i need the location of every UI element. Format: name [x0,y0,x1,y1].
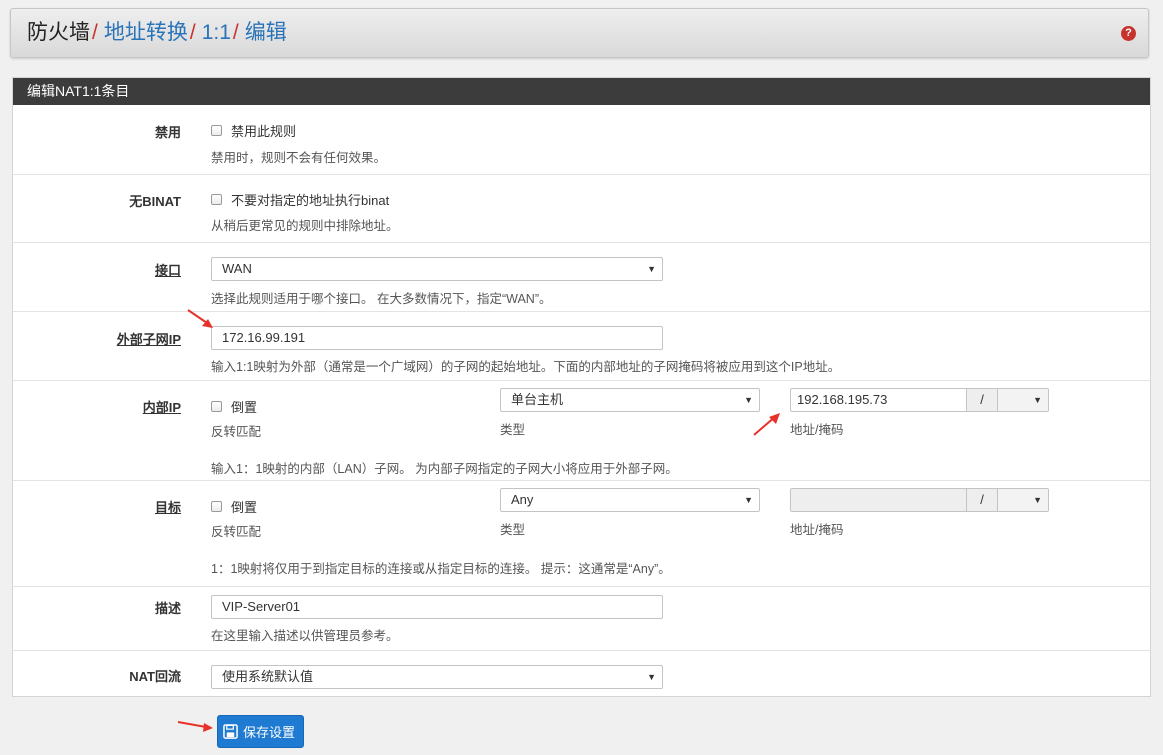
breadcrumb-separator: / [92,21,98,44]
row-external: 外部子网IP 172.16.99.191 输入1:1映射为外部（通常是一个广域网… [13,311,1150,380]
chevron-down-icon: ▼ [1033,495,1042,505]
internal-help: 输入1：1映射的内部（LAN）子网。 为内部子网指定的子网大小将应用于外部子网。 [211,462,678,476]
disable-checkbox-wrap[interactable]: 禁用此规则 [211,121,296,140]
destination-type-value: Any [511,492,534,507]
description-label: 描述 [154,601,181,616]
internal-mask-select[interactable]: ▼ [998,389,1048,411]
nobinat-checkbox-label: 不要对指定的地址执行binat [231,193,390,208]
panel-title: 编辑NAT1:1条目 [13,78,1150,105]
description-value: VIP-Server01 [222,599,301,614]
internal-invert-label: 倒置 [231,400,258,415]
chevron-down-icon: ▼ [647,672,656,682]
row-internal: 内部IP 倒置 反转匹配 单台主机 ▼ 类型 192.168.195.73 / … [13,380,1150,480]
nobinat-checkbox[interactable] [211,194,222,205]
chevron-down-icon: ▼ [647,264,656,274]
chevron-down-icon: ▼ [744,395,753,405]
breadcrumb-edit[interactable]: 编辑 [245,21,287,44]
breadcrumb-one-to-one[interactable]: 1:1 [202,21,231,44]
disable-help: 禁用时，规则不会有任何效果。 [211,151,387,165]
internal-address-input[interactable]: 192.168.195.73 [791,389,966,411]
question-circle-icon[interactable]: ? [1121,26,1136,41]
row-interface: 接口 WAN ▼ 选择此规则适用于哪个接口。 在大多数情况下，指定“WAN”。 [13,242,1150,311]
destination-mask-select: ▼ [998,489,1048,511]
destination-invert-help: 反转匹配 [211,525,262,539]
destination-type-label: 类型 [500,523,526,537]
internal-address-label: 地址/掩码 [790,423,844,437]
disable-label: 禁用 [154,125,181,140]
internal-invert-help: 反转匹配 [211,425,262,439]
destination-invert-wrap[interactable]: 倒置 [211,497,257,516]
destination-help: 1：1映射将仅用于到指定目标的连接或从指定目标的连接。 提示：这通常是“Any”… [211,562,671,576]
interface-select-value: WAN [222,261,252,276]
interface-help: 选择此规则适用于哪个接口。 在大多数情况下，指定“WAN”。 [211,292,552,306]
destination-label[interactable]: 目标 [155,497,181,516]
natreflection-select[interactable]: 使用系统默认值 ▼ [211,665,663,689]
internal-type-label: 类型 [500,423,526,437]
internal-address-group: 192.168.195.73 / ▼ [790,388,1049,412]
row-destination: 目标 倒置 反转匹配 Any ▼ 类型 / ▼ 地址/掩码 1：1映射将仅用于到… [13,480,1150,586]
breadcrumb-firewall: 防火墙 [27,21,90,44]
external-ip-input[interactable]: 172.16.99.191 [211,326,663,350]
interface-label[interactable]: 接口 [155,260,181,279]
row-disable: 禁用 禁用此规则 禁用时，规则不会有任何效果。 [13,105,1150,174]
breadcrumb-nat[interactable]: 地址转换 [104,21,188,44]
edit-panel: 编辑NAT1:1条目 禁用 禁用此规则 禁用时，规则不会有任何效果。 无BINA… [12,77,1151,697]
external-ip-value: 172.16.99.191 [222,330,306,345]
internal-type-select[interactable]: 单台主机 ▼ [500,388,760,412]
mask-separator: / [966,389,998,411]
row-nobinat: 无BINAT 不要对指定的地址执行binat 从稍后更常见的规则中排除地址。 [13,174,1150,242]
save-button-label: 保存设置 [243,725,296,740]
external-help: 输入1:1映射为外部（通常是一个广域网）的子网的起始地址。下面的内部地址的子网掩… [211,360,841,374]
chevron-down-icon: ▼ [744,495,753,505]
row-natreflection: NAT回流 使用系统默认值 ▼ [13,650,1150,696]
chevron-down-icon: ▼ [1033,395,1042,405]
annotation-arrow-icon [753,413,780,436]
internal-type-value: 单台主机 [511,392,564,407]
save-button[interactable]: 保存设置 [217,715,304,748]
nobinat-checkbox-wrap[interactable]: 不要对指定的地址执行binat [211,190,389,209]
internal-invert-wrap[interactable]: 倒置 [211,397,257,416]
mask-separator: / [966,489,998,511]
destination-address-input [791,489,966,511]
destination-invert-checkbox[interactable] [211,501,222,512]
breadcrumb: 防火墙/地址转换/1:1/编辑 [27,20,287,46]
natreflection-value: 使用系统默认值 [222,669,314,684]
row-description: 描述 VIP-Server01 在这里输入描述以供管理员参考。 [13,586,1150,650]
interface-select[interactable]: WAN ▼ [211,257,663,281]
breadcrumb-separator: / [189,21,196,44]
destination-address-group: / ▼ [790,488,1049,512]
save-icon [223,724,238,739]
internal-invert-checkbox[interactable] [211,401,222,412]
disable-checkbox-label: 禁用此规则 [231,124,297,139]
annotation-arrow-icon [187,309,213,328]
destination-address-label: 地址/掩码 [790,523,844,537]
destination-invert-label: 倒置 [231,500,258,515]
page-header: 防火墙/地址转换/1:1/编辑 ? [10,8,1149,58]
destination-type-select[interactable]: Any ▼ [500,488,760,512]
natreflection-label: NAT回流 [129,669,181,684]
disable-checkbox[interactable] [211,125,222,136]
description-help: 在这里输入描述以供管理员参考。 [211,629,399,643]
description-input[interactable]: VIP-Server01 [211,595,663,619]
breadcrumb-separator: / [232,21,239,44]
external-label[interactable]: 外部子网IP [117,329,181,348]
nobinat-help: 从稍后更常见的规则中排除地址。 [211,219,399,233]
nobinat-label: 无BINAT [129,194,181,209]
internal-label[interactable]: 内部IP [143,397,181,416]
annotation-arrow-icon [177,721,213,732]
